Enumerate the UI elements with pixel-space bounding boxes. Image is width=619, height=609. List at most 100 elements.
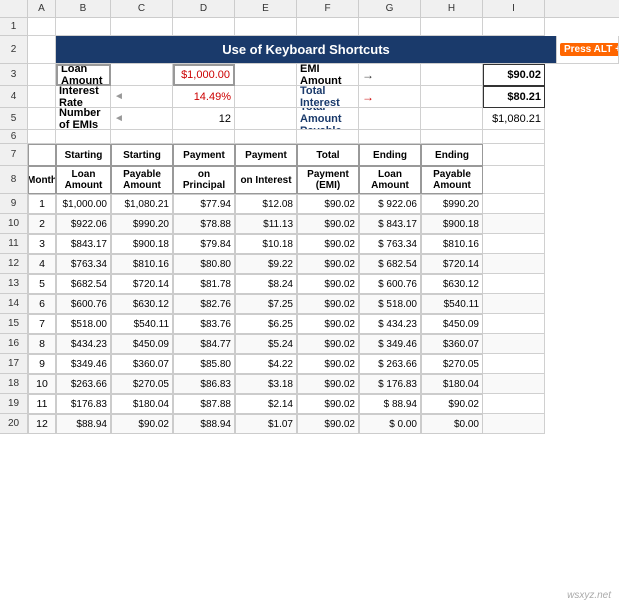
table-row-18: 18 10 $263.66 $270.05 $86.83 $3.18 $90.0… [0, 374, 619, 394]
total-interest-label: Total Interest [297, 86, 359, 108]
td-sla-0: $1,000.00 [56, 194, 111, 214]
td-ela-7: $ 349.46 [359, 334, 421, 354]
r1-d[interactable] [173, 18, 235, 36]
td-ela-1: $ 843.17 [359, 214, 421, 234]
col-ela-h1: Ending [359, 144, 421, 166]
td-pp-6: $83.76 [173, 314, 235, 334]
col-ela-h2: Loan Amount [359, 166, 421, 194]
row-5: 5 Number of EMIs ◄ 12 Total Amount Payab… [0, 108, 619, 130]
td-sla-7: $434.23 [56, 334, 111, 354]
td-tpe-5: $90.02 [297, 294, 359, 314]
r1-a[interactable] [28, 18, 56, 36]
col-f: F [297, 0, 359, 17]
r4-a[interactable] [28, 86, 56, 108]
arrow-small-icon: ◄ [114, 91, 124, 102]
td-ela-8: $ 263.66 [359, 354, 421, 374]
td-pi-4: $8.24 [235, 274, 297, 294]
r4-e[interactable] [235, 86, 297, 108]
td-pp-10: $87.88 [173, 394, 235, 414]
spreadsheet-title: Use of Keyboard Shortcuts [56, 36, 557, 64]
col-c: C [111, 0, 173, 17]
td-sla-2: $843.17 [56, 234, 111, 254]
td-spa-11: $90.02 [111, 414, 173, 434]
r3-e[interactable] [235, 64, 297, 86]
emi-amount-label: EMI Amount [297, 64, 359, 86]
td-pi-11: $1.07 [235, 414, 297, 434]
td-ela-6: $ 434.23 [359, 314, 421, 334]
col-pi-h2: on Interest [235, 166, 297, 194]
r3-c[interactable] [111, 64, 173, 86]
table-row-19: 19 11 $176.83 $180.04 $87.88 $2.14 $90.0… [0, 394, 619, 414]
td-sla-1: $922.06 [56, 214, 111, 234]
td-pp-11: $88.94 [173, 414, 235, 434]
r1-b[interactable] [56, 18, 111, 36]
td-pp-7: $84.77 [173, 334, 235, 354]
td-pp-3: $80.80 [173, 254, 235, 274]
td-sla-10: $176.83 [56, 394, 111, 414]
td-month-5: 6 [28, 294, 56, 314]
row-3: 3 Loan Amount $1,000.00 EMI Amount → $90… [0, 64, 619, 86]
td-ela-0: $ 922.06 [359, 194, 421, 214]
td-spa-0: $1,080.21 [111, 194, 173, 214]
td-epa-11: $0.00 [421, 414, 483, 434]
td-tpe-2: $90.02 [297, 234, 359, 254]
r4-c-arrow: ◄ [111, 86, 173, 108]
table-row-16: 16 8 $434.23 $450.09 $84.77 $5.24 $90.02… [0, 334, 619, 354]
td-pp-2: $79.84 [173, 234, 235, 254]
td-epa-5: $540.11 [421, 294, 483, 314]
r1-g[interactable] [359, 18, 421, 36]
td-ela-4: $ 600.76 [359, 274, 421, 294]
r3-a[interactable] [28, 64, 56, 86]
td-pi-2: $10.18 [235, 234, 297, 254]
td-sla-5: $600.76 [56, 294, 111, 314]
td-tpe-9: $90.02 [297, 374, 359, 394]
td-tpe-0: $90.02 [297, 194, 359, 214]
table-row-20: 20 12 $88.94 $90.02 $88.94 $1.07 $90.02 … [0, 414, 619, 434]
r2-i[interactable]: Press ALT + M + D [557, 36, 619, 64]
td-ela-5: $ 518.00 [359, 294, 421, 314]
table-row-17: 17 9 $349.46 $360.07 $85.80 $4.22 $90.02… [0, 354, 619, 374]
td-tpe-8: $90.02 [297, 354, 359, 374]
td-spa-9: $270.05 [111, 374, 173, 394]
td-pp-5: $82.76 [173, 294, 235, 314]
td-sla-4: $682.54 [56, 274, 111, 294]
row-1: 1 [0, 18, 619, 36]
r1-f[interactable] [297, 18, 359, 36]
td-sla-8: $349.46 [56, 354, 111, 374]
r5-g[interactable] [359, 108, 421, 130]
td-pi-9: $3.18 [235, 374, 297, 394]
td-month-2: 3 [28, 234, 56, 254]
emi-amount-value: $90.02 [483, 64, 545, 86]
col-spa-h2: Payable Amount [111, 166, 173, 194]
row-4: 4 Interest Rate ◄ 14.49% Total Interest … [0, 86, 619, 108]
td-epa-6: $450.09 [421, 314, 483, 334]
r4-h[interactable] [421, 86, 483, 108]
num-emis-value: 12 [173, 108, 235, 130]
arrow-right-icon: → [362, 68, 374, 82]
total-interest-value: $80.21 [483, 86, 545, 108]
r1-c[interactable] [111, 18, 173, 36]
r1-i[interactable] [483, 18, 545, 36]
r5-e[interactable] [235, 108, 297, 130]
r5-h[interactable] [421, 108, 483, 130]
td-month-10: 11 [28, 394, 56, 414]
watermark: wsxyz.net [567, 590, 611, 601]
td-epa-7: $360.07 [421, 334, 483, 354]
td-month-9: 10 [28, 374, 56, 394]
table-data-rows: 9 1 $1,000.00 $1,080.21 $77.94 $12.08 $9… [0, 194, 619, 434]
r4-g-arrow: → [359, 86, 421, 108]
table-row-15: 15 7 $518.00 $540.11 $83.76 $6.25 $90.02… [0, 314, 619, 334]
r5-a[interactable] [28, 108, 56, 130]
td-pp-4: $81.78 [173, 274, 235, 294]
td-spa-3: $810.16 [111, 254, 173, 274]
r1-e[interactable] [235, 18, 297, 36]
r2-a[interactable] [28, 36, 56, 64]
td-tpe-3: $90.02 [297, 254, 359, 274]
td-spa-8: $360.07 [111, 354, 173, 374]
col-sla-h2: Loan Amount [56, 166, 111, 194]
td-sla-11: $88.94 [56, 414, 111, 434]
td-pi-0: $12.08 [235, 194, 297, 214]
td-spa-6: $540.11 [111, 314, 173, 334]
r3-h[interactable] [421, 64, 483, 86]
r1-h[interactable] [421, 18, 483, 36]
